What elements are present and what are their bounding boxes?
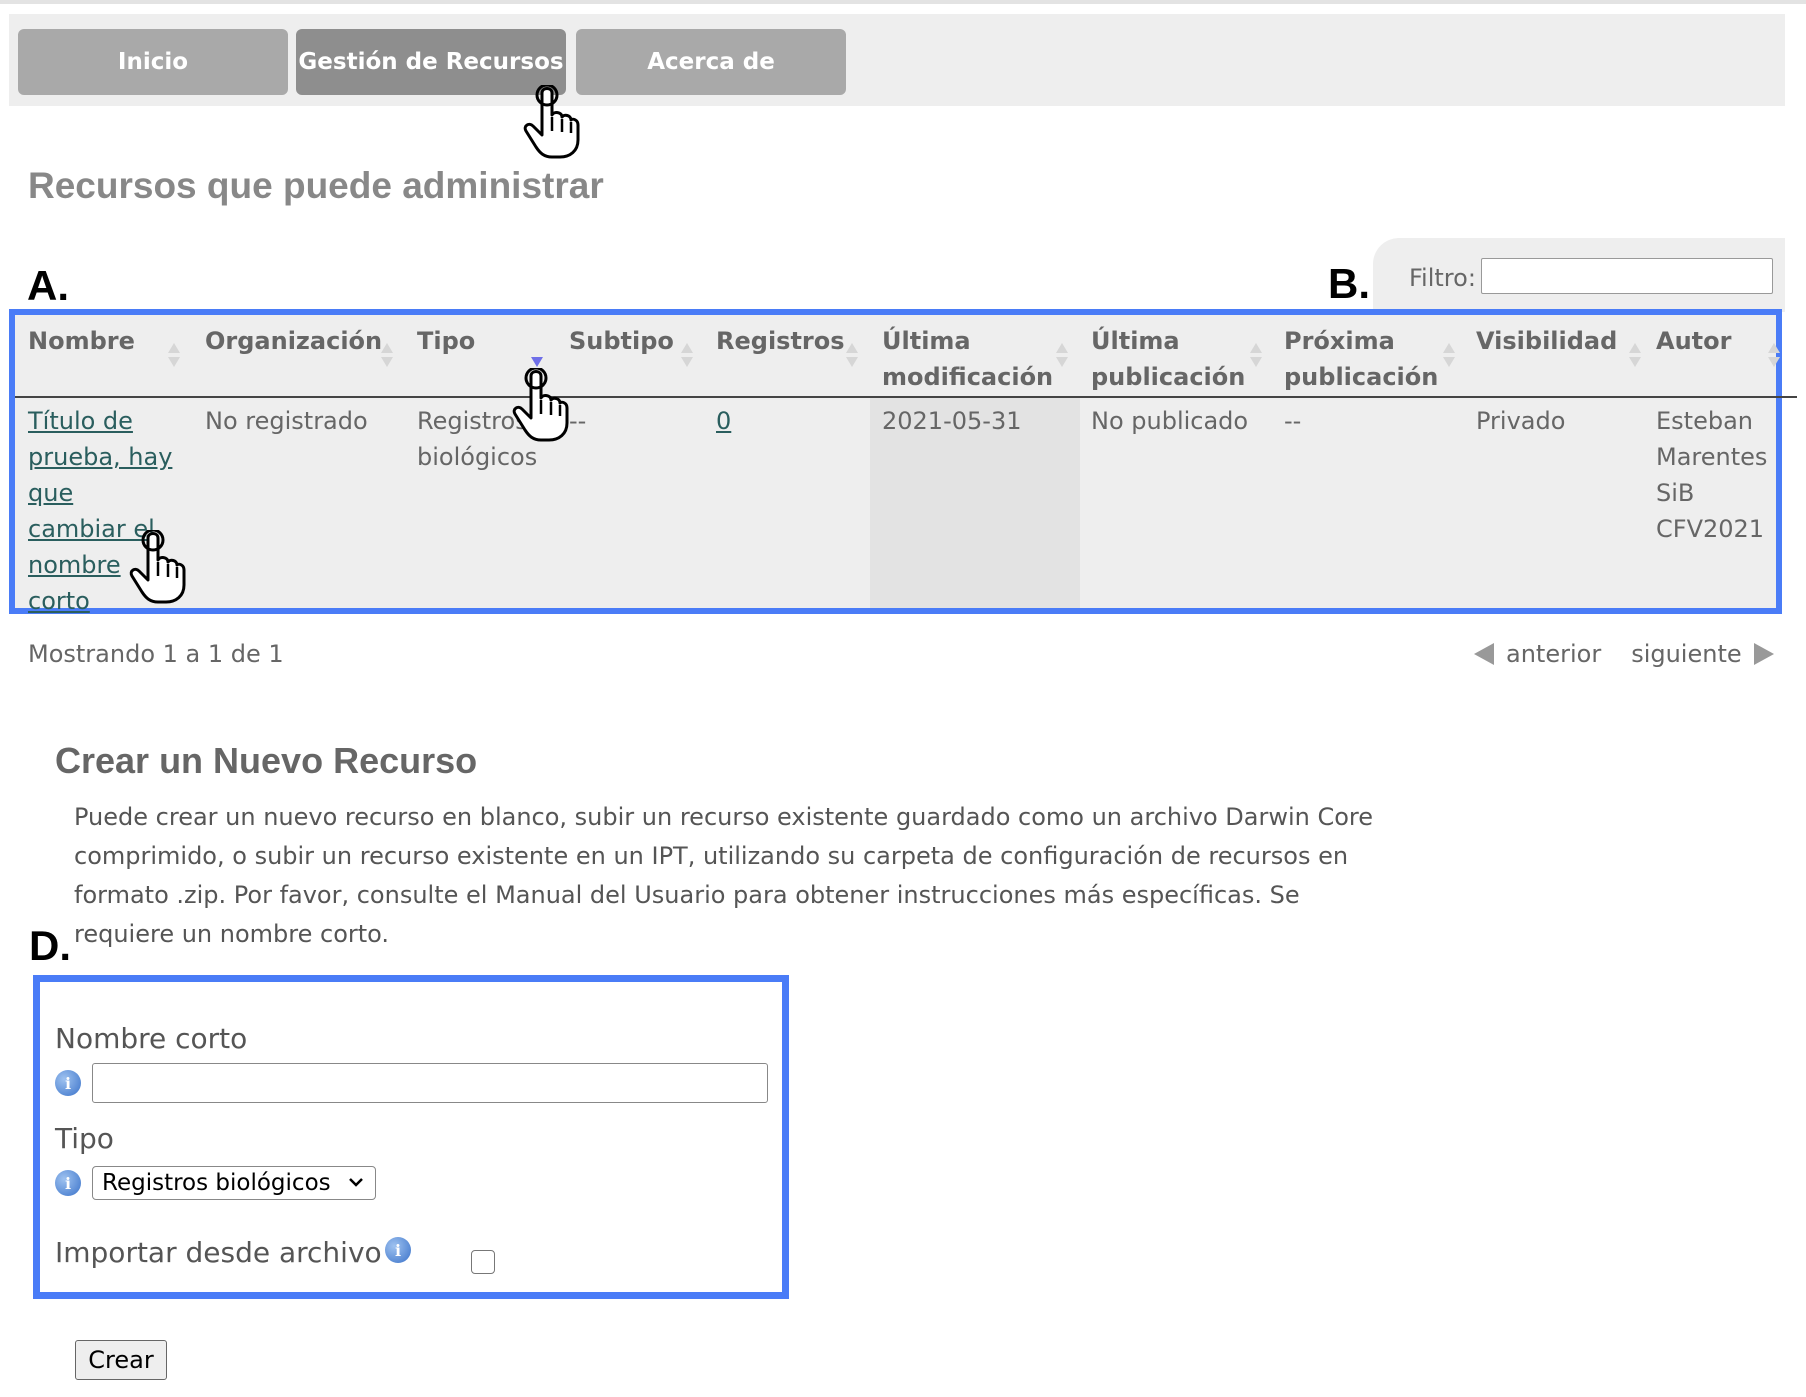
cell-ultima-modificacion: 2021-05-31: [882, 407, 1022, 435]
import-label: Importar desde archivo: [55, 1236, 382, 1269]
resources-table: Nombre Organización Tipo Subtipo Registr…: [9, 309, 1797, 615]
sort-icon[interactable]: [380, 341, 394, 369]
pager-controls: anterior siguiente: [1474, 640, 1774, 668]
sort-icon[interactable]: [1442, 341, 1456, 369]
header-ultima-publicacion[interactable]: Última publicación: [1091, 323, 1251, 395]
info-icon[interactable]: i: [385, 1237, 411, 1263]
sort-icon[interactable]: [1767, 341, 1781, 369]
cell-autor: Esteban Marentes SiB CFV2021: [1656, 407, 1768, 543]
pointer-hand-icon: [523, 85, 580, 159]
sort-desc-icon[interactable]: [530, 341, 544, 369]
header-nombre[interactable]: Nombre: [28, 323, 135, 359]
nav-inicio-button[interactable]: Inicio: [18, 29, 288, 95]
short-name-label: Nombre corto: [55, 1022, 248, 1055]
pointer-hand-icon: [512, 368, 569, 442]
chevron-down-icon: [349, 1178, 363, 1187]
sort-icon[interactable]: [845, 341, 859, 369]
type-select-value: Registros biológicos: [102, 1170, 331, 1196]
annotation-letter-b: B.: [1328, 260, 1370, 307]
pager-next-link[interactable]: siguiente: [1631, 640, 1741, 668]
create-resource-form: Nombre corto i Tipo i Registros biológic…: [33, 975, 789, 1299]
sort-icon[interactable]: [1055, 341, 1069, 369]
nav-bar: Inicio Gestión de Recursos Acerca de: [9, 14, 1785, 106]
header-subtipo[interactable]: Subtipo: [569, 323, 674, 359]
table-header-divider: [15, 396, 1797, 398]
top-rule: [0, 0, 1806, 4]
cell-subtipo: --: [569, 407, 587, 435]
filter-label: Filtro:: [1409, 264, 1476, 292]
type-select[interactable]: Registros biológicos: [92, 1166, 376, 1200]
pager-prev-link[interactable]: anterior: [1506, 640, 1601, 668]
type-label: Tipo: [55, 1122, 114, 1155]
sort-icon[interactable]: [680, 341, 694, 369]
sort-icon[interactable]: [1249, 341, 1263, 369]
page-title: Recursos que puede administrar: [28, 165, 604, 206]
pointer-hand-icon: [129, 530, 186, 604]
cell-organizacion: No registrado: [205, 407, 368, 435]
import-checkbox[interactable]: [471, 1250, 495, 1274]
info-icon[interactable]: i: [55, 1170, 81, 1196]
create-section-title: Crear un Nuevo Recurso: [55, 740, 478, 781]
header-proxima-publicacion[interactable]: Próxima publicación: [1284, 323, 1444, 395]
cell-proxima-publicacion: --: [1284, 407, 1302, 435]
pager-info: Mostrando 1 a 1 de 1: [28, 640, 284, 668]
filter-input[interactable]: [1481, 258, 1773, 294]
cell-ultima-publicacion: No publicado: [1091, 407, 1249, 435]
records-count-link[interactable]: 0: [716, 407, 731, 435]
header-registros[interactable]: Registros: [716, 323, 845, 359]
sort-icon[interactable]: [167, 341, 181, 369]
header-autor[interactable]: Autor: [1656, 323, 1731, 359]
create-button[interactable]: Crear: [75, 1340, 167, 1380]
annotation-letter-d: D.: [29, 922, 71, 969]
nav-acerca-de-button[interactable]: Acerca de: [576, 29, 846, 95]
prev-arrow-icon[interactable]: [1474, 643, 1494, 665]
next-arrow-icon[interactable]: [1753, 643, 1774, 665]
header-organizacion[interactable]: Organización: [205, 323, 382, 359]
info-icon[interactable]: i: [55, 1070, 81, 1096]
header-visibilidad[interactable]: Visibilidad: [1476, 323, 1617, 359]
header-tipo[interactable]: Tipo: [417, 323, 475, 359]
create-description: Puede crear un nuevo recurso en blanco, …: [74, 803, 1374, 948]
annotation-letter-a: A.: [27, 262, 69, 309]
short-name-input[interactable]: [92, 1063, 768, 1103]
sort-icon[interactable]: [1628, 341, 1642, 369]
filter-panel: Filtro:: [1373, 238, 1785, 312]
cell-visibilidad: Privado: [1476, 407, 1566, 435]
header-ultima-modificacion[interactable]: Última modificación: [882, 323, 1053, 395]
